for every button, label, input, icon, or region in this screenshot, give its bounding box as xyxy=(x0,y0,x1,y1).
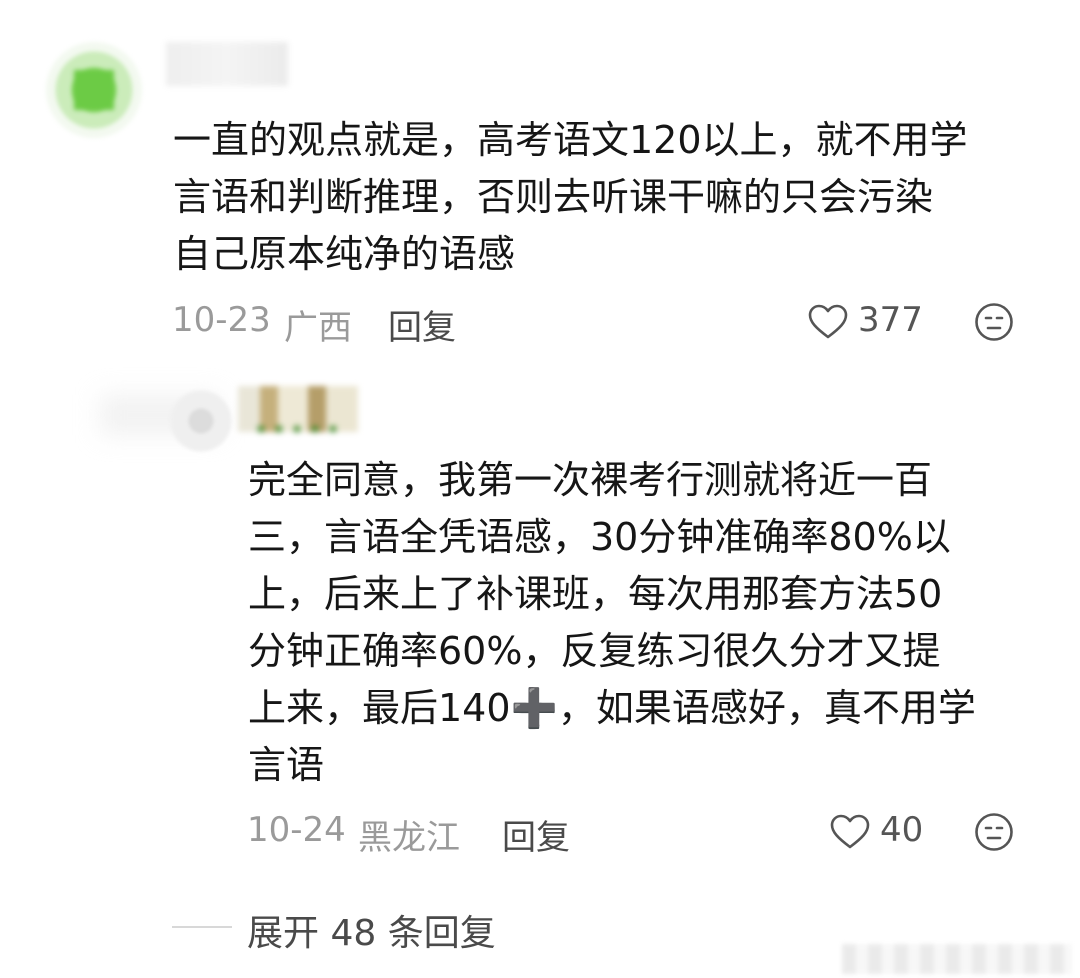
reply-line: 三，言语全凭语感，30分钟准确率80%以 xyxy=(248,515,951,559)
reply-location: 黑龙江 xyxy=(358,818,460,858)
comment-line: 言语和判断推理，否则去听课干嘛的只会污染 xyxy=(173,175,934,219)
commenter-name-blurred[interactable] xyxy=(166,42,288,86)
commenter-avatar[interactable] xyxy=(46,42,142,138)
reply-button[interactable]: 回复 xyxy=(502,810,570,859)
watermark xyxy=(842,944,1072,974)
reply-line: 上来，最后140➕，如果语感好，真不用学 xyxy=(248,686,976,730)
emoji-face-icon[interactable] xyxy=(974,302,1014,342)
comment-location: 广西 xyxy=(284,308,352,348)
comment-text: 一直的观点就是，高考语文120以上，就不用学 言语和判断推理，否则去听课干嘛的只… xyxy=(173,112,1053,283)
heart-icon[interactable] xyxy=(830,814,870,850)
expand-replies-button[interactable]: 展开 48 条回复 xyxy=(247,904,496,956)
reply-line: 分钟正确率60%，反复练习很久分才又提 xyxy=(248,629,941,673)
like-count: 377 xyxy=(858,300,923,340)
reply-button[interactable]: 回复 xyxy=(388,300,456,349)
reply-line: 言语 xyxy=(248,743,325,787)
comment-thread: 一直的观点就是，高考语文120以上，就不用学 言语和判断推理，否则去听课干嘛的只… xyxy=(0,0,1080,978)
reply-line: 上，后来上了补课班，每次用那套方法50 xyxy=(248,572,943,616)
like-count: 40 xyxy=(880,810,924,850)
replier-avatar[interactable] xyxy=(170,390,232,452)
comment-line: 自己原本纯净的语感 xyxy=(173,232,516,276)
heart-icon[interactable] xyxy=(808,304,848,340)
expand-divider xyxy=(172,926,232,928)
reply-date: 10-24 xyxy=(247,810,346,850)
reply-text: 完全同意，我第一次裸考行测就将近一百 三，言语全凭语感，30分钟准确率80%以 … xyxy=(248,452,1048,794)
comment-line: 一直的观点就是，高考语文120以上，就不用学 xyxy=(173,118,968,162)
comment-date: 10-23 xyxy=(172,300,271,340)
replier-name-blurred[interactable] xyxy=(238,386,358,432)
reply-line: 完全同意，我第一次裸考行测就将近一百 xyxy=(248,458,933,502)
emoji-face-icon[interactable] xyxy=(974,812,1014,852)
